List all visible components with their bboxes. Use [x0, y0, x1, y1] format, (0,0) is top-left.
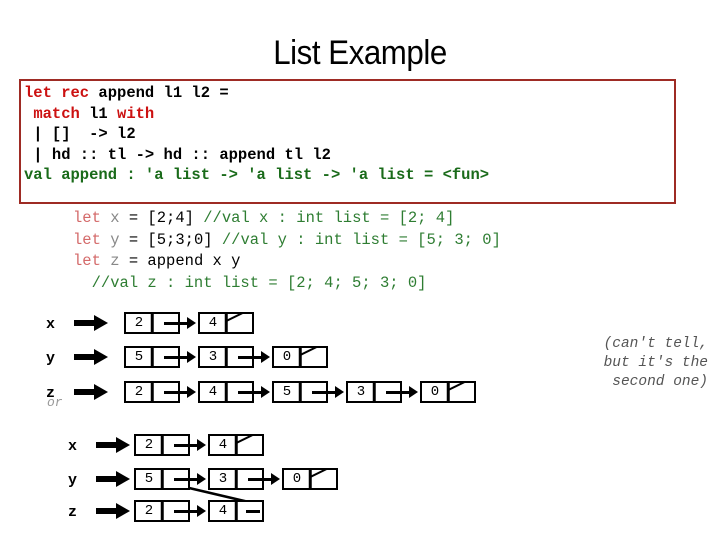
cons-next-arrow: [238, 386, 272, 398]
list-var-label-z: z: [68, 504, 78, 521]
cons-cell-value: 5: [144, 471, 154, 487]
linked-list-diagram: or (can't tell, but it's the second one)…: [0, 0, 720, 540]
var-pointer-arrow: [96, 437, 130, 453]
cons-cell-value: 2: [134, 384, 144, 400]
cons-cell-divider: [160, 436, 164, 454]
cons-cell: 4: [208, 434, 264, 456]
cons-cell-divider: [160, 470, 164, 488]
cons-cell-divider: [150, 348, 154, 366]
cons-cell-value: 4: [208, 384, 218, 400]
list-var-label-y: y: [68, 472, 78, 489]
cons-cell-divider: [150, 314, 154, 332]
cons-next-arrow: [238, 351, 272, 363]
cons-cell-divider: [298, 383, 302, 401]
cons-cell-value: 5: [282, 384, 292, 400]
cons-next-arrow: [174, 505, 208, 517]
cons-cell-value: 5: [134, 349, 144, 365]
cons-cell: 0: [420, 381, 476, 403]
nil-slash-icon: [236, 436, 262, 454]
list-var-label-z: z: [46, 385, 56, 402]
cons-cell-value: 0: [430, 384, 440, 400]
var-pointer-arrow: [96, 471, 130, 487]
cons-next-arrow: [164, 317, 198, 329]
cons-cell-value: 3: [356, 384, 366, 400]
cons-next-arrow: [312, 386, 346, 398]
cons-cell: 0: [282, 468, 338, 490]
cons-next-arrow: [164, 351, 198, 363]
shared-tail-stub: [246, 505, 260, 517]
cons-cell-divider: [234, 502, 238, 520]
cons-cell-value: 4: [208, 315, 218, 331]
nil-slash-icon: [310, 470, 336, 488]
cons-cell-value: 2: [134, 315, 144, 331]
list-var-label-x: x: [68, 438, 78, 455]
cons-cell-divider: [372, 383, 376, 401]
nil-slash-icon: [448, 383, 474, 401]
shared-tail-arrow: [153, 477, 254, 505]
cons-cell-divider: [150, 383, 154, 401]
cons-cell-value: 4: [218, 503, 228, 519]
var-pointer-arrow: [74, 315, 108, 331]
cons-cell-value: 3: [218, 471, 228, 487]
var-pointer-arrow: [96, 503, 130, 519]
cons-cell-divider: [224, 348, 228, 366]
cons-cell-divider: [160, 502, 164, 520]
cons-cell-divider: [234, 470, 238, 488]
cons-cell: 0: [272, 346, 328, 368]
cons-cell-value: 2: [144, 503, 154, 519]
var-pointer-arrow: [74, 349, 108, 365]
nil-slash-icon: [300, 348, 326, 366]
cons-next-arrow: [164, 386, 198, 398]
list-var-label-x: x: [46, 316, 56, 333]
cons-next-arrow: [386, 386, 420, 398]
cons-cell-value: 3: [208, 349, 218, 365]
cons-next-arrow: [248, 473, 282, 485]
nil-slash-icon: [226, 314, 252, 332]
cons-cell-value: 0: [292, 471, 302, 487]
cons-cell-value: 0: [282, 349, 292, 365]
cons-cell-divider: [224, 383, 228, 401]
cons-cell-value: 2: [144, 437, 154, 453]
cons-next-arrow: [174, 439, 208, 451]
cons-cell-value: 4: [218, 437, 228, 453]
list-var-label-y: y: [46, 350, 56, 367]
cons-next-arrow: [174, 473, 208, 485]
var-pointer-arrow: [74, 384, 108, 400]
cons-cell: 4: [198, 312, 254, 334]
